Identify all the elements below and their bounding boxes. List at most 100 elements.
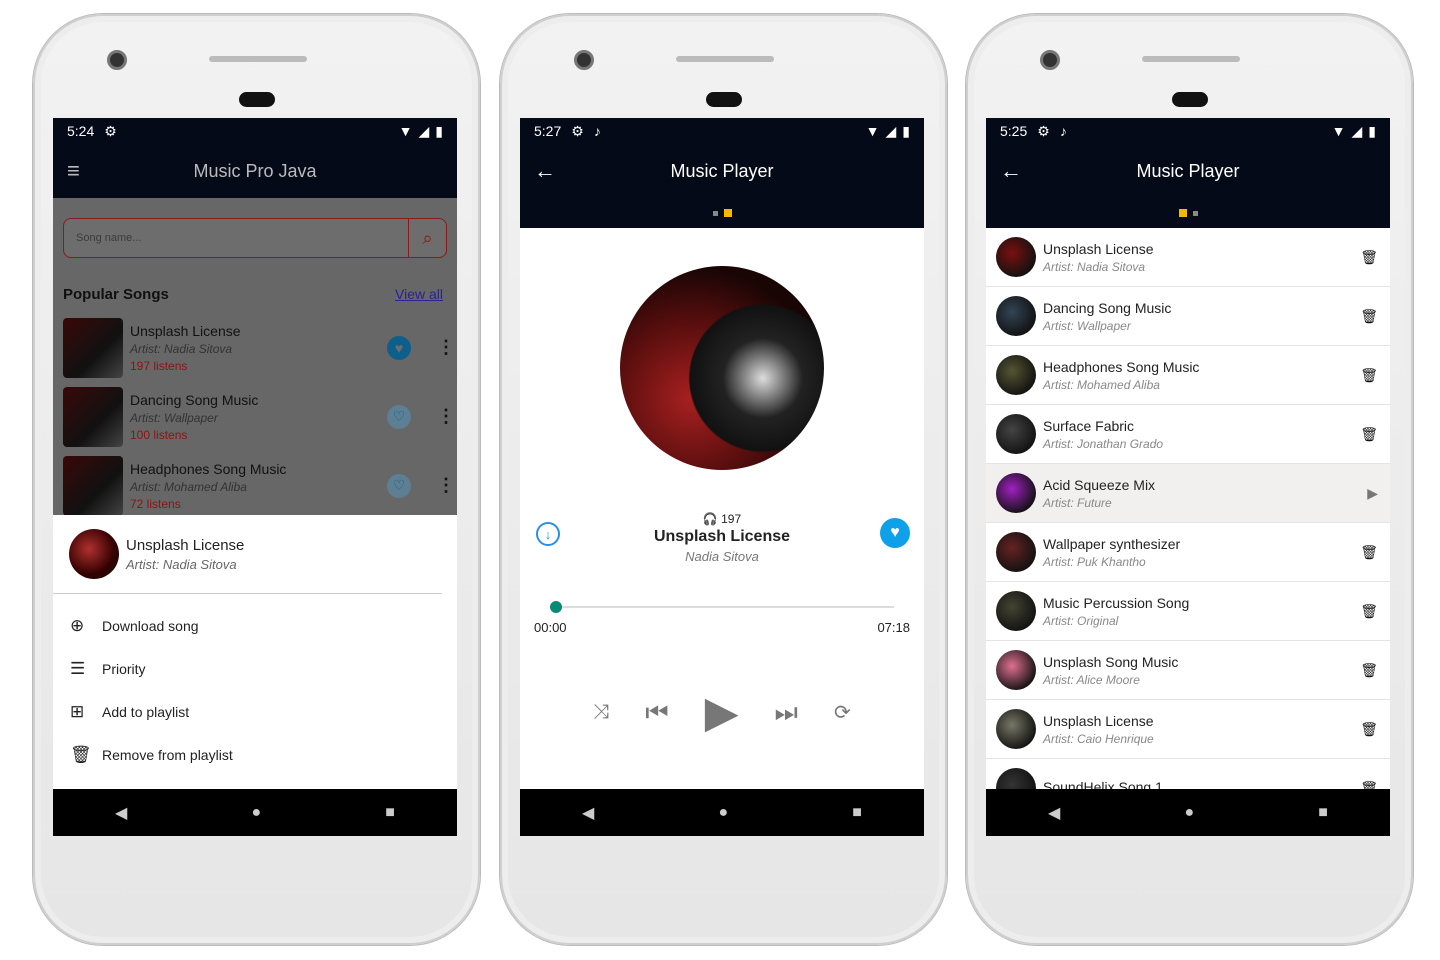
song-title: Dancing Song Music xyxy=(130,391,259,408)
playlist-item[interactable]: Surface Fabric Artist: Jonathan Grado 🗑 xyxy=(986,405,1390,464)
more-vert-icon[interactable]: ⋮ xyxy=(437,337,455,358)
sheet-option[interactable]: ⊞ Add to playlist xyxy=(53,690,457,733)
song-artist: Artist: Mohamed Aliba xyxy=(1043,377,1160,392)
sheet-option[interactable]: 🗑 Remove from playlist xyxy=(53,733,457,776)
delete-icon[interactable]: 🗑 xyxy=(1360,249,1378,266)
song-art xyxy=(996,296,1036,336)
song-artist: Artist: Alice Moore xyxy=(1043,672,1140,687)
sheet-option[interactable]: ☰ Priority xyxy=(53,647,457,690)
heart-icon[interactable]: ♥ xyxy=(880,518,910,548)
heart-icon[interactable]: ♡ xyxy=(387,473,411,498)
recents-icon[interactable]: ■ xyxy=(1318,804,1328,822)
option-label: Download song xyxy=(102,617,199,634)
song-artist: Nadia Sitova xyxy=(685,549,759,564)
home-icon[interactable]: ● xyxy=(251,804,261,822)
camera xyxy=(1040,50,1060,70)
shuffle-icon[interactable]: ⤨ xyxy=(593,701,609,724)
song-title: Unsplash License xyxy=(1043,712,1154,729)
back-arrow-icon[interactable]: ← xyxy=(534,158,556,184)
song-title: Unsplash License xyxy=(130,322,241,339)
delete-icon[interactable]: 🗑 xyxy=(1360,603,1378,620)
song-title: Acid Squeeze Mix xyxy=(1043,476,1156,493)
song-artist: Artist: Nadia Sitova xyxy=(1043,259,1146,274)
playlist-item[interactable]: Headphones Song Music Artist: Mohamed Ali… xyxy=(986,346,1390,405)
battery-icon: ▮ xyxy=(902,122,910,139)
sheet-option[interactable]: ⊕ Download song xyxy=(53,604,457,647)
song-art xyxy=(996,709,1036,749)
priority-icon: ☰ xyxy=(70,658,86,678)
download-icon[interactable]: ↓ xyxy=(536,522,560,546)
back-arrow-icon[interactable]: ← xyxy=(1000,158,1022,184)
home-icon[interactable]: ● xyxy=(1184,804,1194,822)
dimmed-content[interactable]: ⌕ Popular Songs View all Unsplash License… xyxy=(53,198,457,515)
delete-icon[interactable]: 🗑 xyxy=(1360,544,1378,561)
next-icon[interactable]: ⏭ xyxy=(775,697,798,729)
delete-icon[interactable]: 🗑 xyxy=(1360,662,1378,679)
listen-count: 197 xyxy=(721,512,742,526)
playlist-screen: 5:25 ⚙ ♪ ▼ ◢ ▮ ← Music Player Unsplash License… xyxy=(986,118,1390,836)
search-box: ⌕ xyxy=(63,218,447,258)
seek-bar[interactable] xyxy=(550,601,894,613)
more-vert-icon[interactable]: ⋮ xyxy=(437,475,455,496)
back-icon[interactable]: ◀ xyxy=(115,803,127,823)
playlist-item[interactable]: Unsplash License Artist: Nadia Sitova 🗑 xyxy=(986,228,1390,287)
search-input[interactable] xyxy=(64,219,408,257)
play-icon[interactable]: ▶ xyxy=(705,687,739,738)
artist-label: Artist: xyxy=(130,341,161,356)
sheet-artist: Artist: Nadia Sitova xyxy=(126,556,237,572)
previous-icon[interactable]: ⏮ xyxy=(645,697,668,729)
status-bar: 5:25 ⚙ ♪ ▼ ◢ ▮ xyxy=(986,118,1390,144)
song-item[interactable]: Headphones Song Music Artist: Mohamed Ali… xyxy=(53,451,457,515)
delete-icon: 🗑 xyxy=(70,744,92,764)
song-art xyxy=(996,473,1036,513)
song-art xyxy=(996,532,1036,572)
delete-icon[interactable]: 🗑 xyxy=(1360,426,1378,443)
search-icon[interactable]: ⌕ xyxy=(408,219,446,257)
playlist-item[interactable]: Unsplash License Artist: Caio Henrique 🗑 xyxy=(986,700,1390,759)
song-art xyxy=(996,355,1036,395)
delete-icon[interactable]: 🗑 xyxy=(1360,721,1378,738)
more-vert-icon[interactable]: ⋮ xyxy=(437,406,455,427)
sensor xyxy=(239,92,275,107)
page-dot-active[interactable] xyxy=(723,209,732,217)
seek-handle[interactable] xyxy=(550,601,562,613)
player-screen: 5:27 ⚙ ♪ ▼ ◢ ▮ ← Music Player ↓ 🎧 197 Unsplash… xyxy=(520,118,924,836)
song-thumbnail xyxy=(63,386,123,447)
view-all-link[interactable]: View all xyxy=(395,286,443,303)
home-icon[interactable]: ● xyxy=(718,804,728,822)
page-dot[interactable] xyxy=(712,210,718,216)
clock: 5:27 xyxy=(534,123,562,139)
heart-icon[interactable]: ♥ xyxy=(387,335,411,360)
song-title: Headphones Song Music xyxy=(1043,358,1200,375)
song-artist: Artist: Puk Khantho xyxy=(1043,554,1146,569)
page-dot-active[interactable] xyxy=(1178,209,1187,217)
camera xyxy=(574,50,594,70)
heart-icon[interactable]: ♡ xyxy=(387,404,411,429)
back-icon[interactable]: ◀ xyxy=(582,803,594,823)
playlist-item[interactable]: Acid Squeeze Mix Artist: Future ▶ xyxy=(986,464,1390,523)
artist-label: Artist: xyxy=(130,479,161,494)
listen-count: 72 listens xyxy=(130,496,181,511)
song-item[interactable]: Unsplash License Artist: Nadia Sitova 197 … xyxy=(53,313,457,382)
page-indicator xyxy=(520,198,924,228)
song-thumbnail xyxy=(63,317,123,378)
playlist-item[interactable]: Music Percussion Song Artist: Original 🗑 xyxy=(986,582,1390,641)
song-item[interactable]: Dancing Song Music Artist: Wallpaper 100 l… xyxy=(53,382,457,451)
menu-icon[interactable]: ≡ xyxy=(67,158,80,184)
recents-icon[interactable]: ■ xyxy=(385,804,395,822)
playlist-item[interactable]: Unsplash Song Music Artist: Alice Moore 🗑 xyxy=(986,641,1390,700)
page-dot[interactable] xyxy=(1192,210,1198,216)
song-title: Headphones Song Music xyxy=(130,460,287,477)
playlist-item[interactable]: Dancing Song Music Artist: Wallpaper 🗑 xyxy=(986,287,1390,346)
recents-icon[interactable]: ■ xyxy=(852,804,862,822)
gear-icon: ⚙ xyxy=(571,122,584,139)
playlist-item[interactable]: Wallpaper synthesizer Artist: Puk Khantho… xyxy=(986,523,1390,582)
wifi-icon: ▼ xyxy=(398,123,413,139)
delete-icon[interactable]: 🗑 xyxy=(1360,367,1378,384)
back-icon[interactable]: ◀ xyxy=(1048,803,1060,823)
song-artist: Artist: Wallpaper xyxy=(1043,318,1131,333)
play-icon[interactable]: ▶ xyxy=(1367,485,1378,502)
repeat-icon[interactable]: ⟳ xyxy=(834,700,851,725)
delete-icon[interactable]: 🗑 xyxy=(1360,308,1378,325)
download-icon: ⊕ xyxy=(70,615,85,635)
